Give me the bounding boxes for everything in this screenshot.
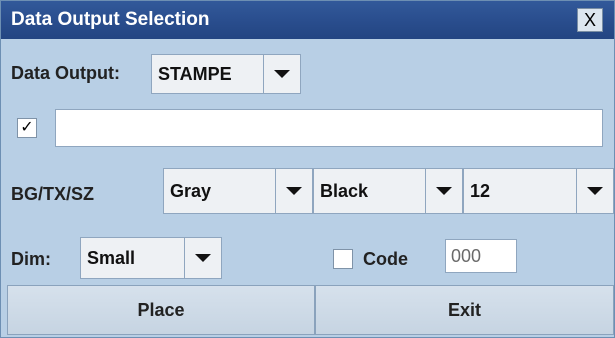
text-size-select[interactable]: 12 <box>463 168 614 214</box>
bg-tx-sz-label: BG/TX/SZ <box>11 184 95 204</box>
code-checkbox[interactable] <box>333 249 353 269</box>
chevron-down-icon[interactable] <box>425 169 462 213</box>
chevron-down-icon[interactable] <box>184 238 221 278</box>
background-color-value: Gray <box>170 180 212 201</box>
text-color-select[interactable]: Black <box>313 168 463 214</box>
checkmark-icon: ✓ <box>20 119 34 136</box>
background-color-select[interactable]: Gray <box>163 168 313 214</box>
code-label: Code <box>363 249 408 269</box>
exit-button[interactable]: Exit <box>315 285 614 335</box>
title-bar[interactable]: Data Output Selection X <box>1 1 614 39</box>
data-output-label: Data Output: <box>11 63 120 83</box>
close-icon: X <box>583 10 596 30</box>
text-enable-checkbox[interactable]: ✓ <box>17 118 37 138</box>
dim-select[interactable]: Small <box>80 237 222 279</box>
chevron-down-icon[interactable] <box>275 169 312 213</box>
window-title: Data Output Selection <box>11 9 210 30</box>
dim-label: Dim: <box>11 249 51 269</box>
close-button[interactable]: X <box>577 8 603 32</box>
chevron-down-icon[interactable] <box>576 169 613 213</box>
text-input[interactable] <box>55 109 603 147</box>
place-button[interactable]: Place <box>7 285 315 335</box>
dim-value: Small <box>87 247 136 268</box>
data-output-value: STAMPE <box>158 63 232 84</box>
text-size-value: 12 <box>470 180 491 201</box>
text-color-value: Black <box>320 180 369 201</box>
data-output-selection-dialog: Data Output Selection X Data Output: STA… <box>0 0 615 338</box>
code-input[interactable]: 000 <box>445 239 517 273</box>
data-output-select[interactable]: STAMPE <box>151 54 301 94</box>
chevron-down-icon[interactable] <box>263 55 300 93</box>
